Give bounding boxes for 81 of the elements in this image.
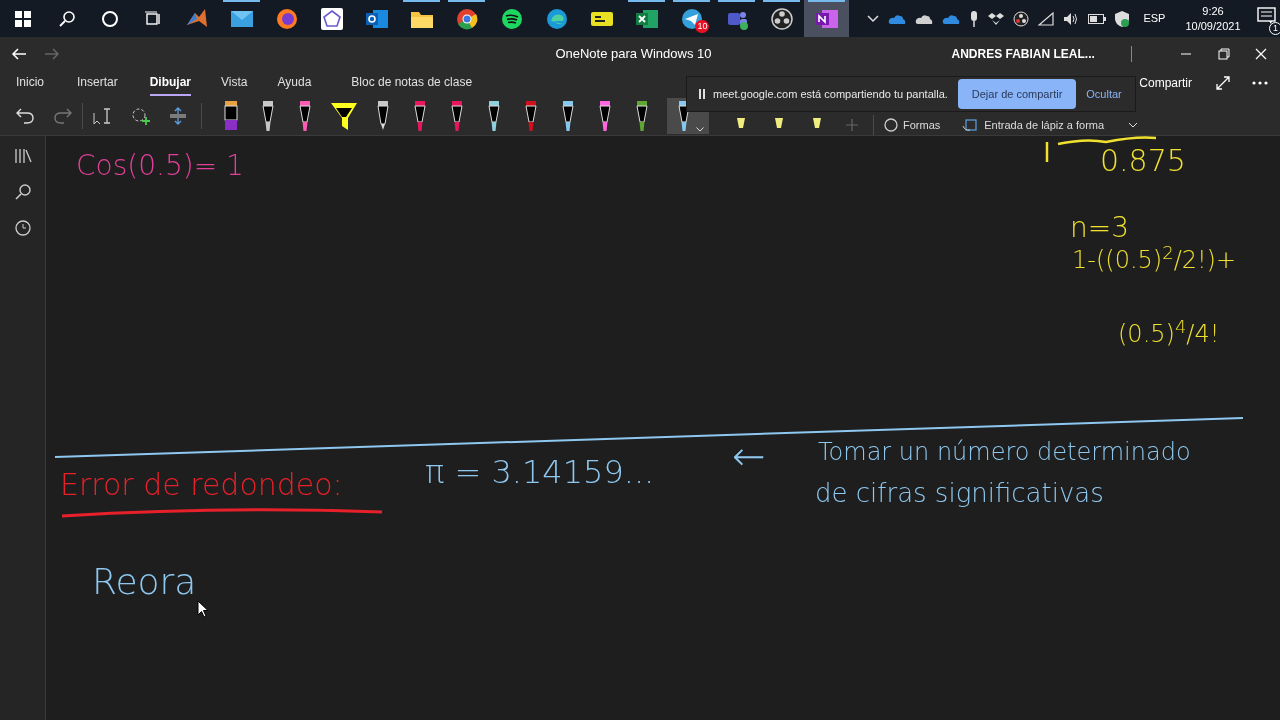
chevron-up-icon[interactable] [867,14,880,23]
handwritten-ink: ← [732,436,766,476]
pen-icon[interactable] [773,117,785,131]
battery-icon[interactable] [1088,13,1107,24]
share-button[interactable]: Compartir [1139,74,1192,92]
notebooks-icon[interactable] [13,148,32,164]
polygon-icon[interactable] [319,6,344,31]
more-icon[interactable] [1252,81,1268,85]
forward-arrow-icon[interactable] [43,47,60,60]
search-icon[interactable] [57,9,76,28]
clock-date: 10/09/2021 [1185,18,1241,34]
cursor-text-icon[interactable] [93,106,113,125]
clock-icon[interactable] [14,220,31,236]
handwritten-ink: Reora [92,564,197,600]
back-arrow-icon[interactable] [10,47,27,60]
chrome-circle-icon[interactable] [454,6,479,31]
handwritten-ink: 0.875 [1100,146,1186,176]
handwritten-ink: 1-((0.5)$^{2}$/2!)+ [1072,248,1237,272]
running-indicator [223,0,261,2]
mouse-cursor-icon [197,600,209,618]
expand-icon[interactable] [1216,76,1230,90]
globe-fox-icon[interactable] [274,6,299,31]
restore-icon[interactable] [1217,47,1230,60]
cloud-icon[interactable] [942,12,961,25]
handwritten-ink: Tomar un número determinado [818,440,1191,464]
sound-waves-circle-icon[interactable] [499,6,524,31]
ribbon-tab[interactable]: Inicio [16,70,44,96]
running-indicator [673,0,711,2]
ribbon-tab[interactable]: Vista [221,70,248,96]
handwritten-ink: π = 3.14159... [425,456,655,488]
running-indicator [628,0,666,2]
user-name[interactable]: ANDRES FABIAN LEAL... [951,44,1095,63]
cloud-icon[interactable] [888,12,907,25]
chevron-down-icon[interactable] [1128,121,1139,128]
add-space-icon[interactable] [169,106,187,125]
notification-icon[interactable] [1256,6,1277,25]
windows-start-icon[interactable] [14,10,31,27]
task-view-icon[interactable] [143,10,162,27]
cloud-icon[interactable] [915,12,934,25]
ribbon-tab[interactable]: Insertar [77,70,118,96]
running-indicator [403,0,441,2]
search-icon[interactable] [14,184,31,200]
three-dots-circle-icon[interactable] [769,6,794,31]
ink-shape-icon[interactable] [962,117,979,132]
wifi-icon[interactable] [1038,11,1055,26]
pause-icon[interactable] [699,89,705,99]
share-message: meet.google.com está compartiendo tu pantalla. [713,86,948,102]
lasso-plus-icon[interactable] [131,106,151,125]
circle-icon[interactable] [100,9,119,28]
redo-icon[interactable] [54,107,72,124]
wave-circle-icon[interactable] [544,6,569,31]
ink-to-shape-label[interactable]: Entrada de lápiz a forma [984,116,1105,133]
shield-check-icon[interactable] [1115,10,1130,27]
speaker-icon[interactable] [1063,11,1080,26]
circle-outline-icon[interactable] [884,117,898,132]
running-indicator [808,0,846,2]
notification-count: 1 [1269,21,1280,35]
handwritten-ink: Error de redondeo: [60,470,343,500]
clock-time: 9:26 [1202,3,1224,19]
close-icon[interactable] [1255,47,1268,60]
shapes-label[interactable]: Formas [903,116,941,133]
microphone-icon[interactable] [969,10,980,27]
pen-icon[interactable] [811,117,823,131]
handwritten-ink: (0.5)$^{4}$/4! [1118,322,1220,346]
stop-sharing-button[interactable]: Dejar de compartir [957,79,1077,109]
pen-icon[interactable] [735,117,747,131]
running-indicator [763,0,801,2]
handwritten-ink: de cifras significativas [815,480,1104,506]
three-dots-circle-icon[interactable] [1013,10,1030,27]
handwritten-ink: n=3 [1070,214,1130,242]
ribbon-tab[interactable]: Ayuda [277,70,312,96]
undo-icon[interactable] [16,107,34,124]
handwritten-ink: Cos(0.5)= 1 [76,152,244,180]
notification-badge: 10 [695,20,710,33]
chevron-down-icon[interactable] [696,126,704,132]
hide-button[interactable]: Ocultar [1086,85,1122,103]
running-indicator [448,0,486,2]
running-indicator [718,0,756,2]
ribbon-tab[interactable]: Bloc de notas de clase [351,70,473,96]
window-title: OneNote para Windows 10 [555,44,712,63]
language-indicator[interactable]: ESP [1143,10,1166,27]
